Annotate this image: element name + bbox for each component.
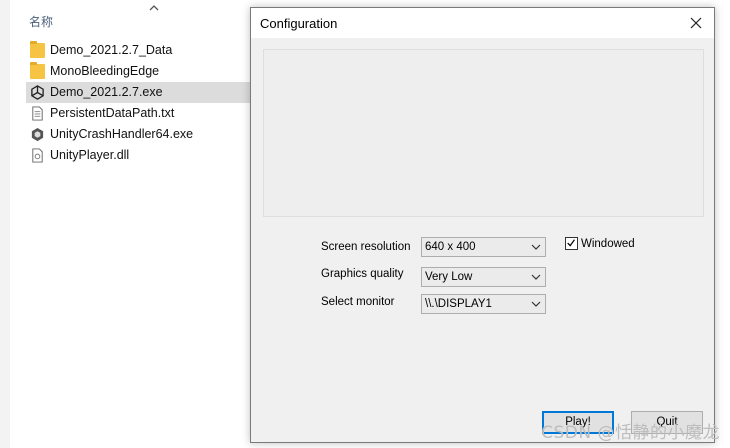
chevron-down-icon (531, 274, 541, 280)
checkmark-icon (567, 239, 575, 247)
chevron-down-icon (531, 301, 541, 307)
banner-image (263, 49, 704, 217)
file-name: Demo_2021.2.7.exe (50, 85, 163, 99)
sort-ascending-icon[interactable] (148, 2, 160, 14)
screen-resolution-label: Screen resolution (321, 241, 411, 253)
file-explorer-pane: 名称 Demo_2021.2.7_Data MonoBleedingEdge D… (0, 0, 250, 448)
file-name: MonoBleedingEdge (50, 64, 160, 78)
screen-resolution-value: 640 x 400 (425, 241, 476, 253)
graphics-quality-select[interactable]: Very Low (421, 267, 546, 287)
close-icon[interactable] (684, 12, 708, 34)
navigation-strip (0, 0, 10, 448)
file-name: UnityCrashHandler64.exe (50, 127, 194, 141)
unity-icon (31, 85, 44, 100)
select-monitor-label: Select monitor (321, 296, 395, 308)
file-name: UnityPlayer.dll (50, 148, 130, 162)
folder-icon (30, 62, 45, 79)
dialog-title: Configuration (260, 16, 338, 31)
configuration-dialog: Configuration Screen resolution 640 x 40… (250, 7, 715, 443)
select-monitor-value: \\.\DISPLAY1 (425, 298, 492, 310)
text-file-icon (32, 106, 43, 121)
crash-handler-icon (31, 127, 44, 142)
name-column-header[interactable]: 名称 (29, 13, 53, 30)
list-item[interactable]: UnityCrashHandler64.exe (26, 124, 250, 145)
file-name: PersistentDataPath.txt (50, 106, 175, 120)
windowed-checkbox[interactable] (565, 237, 578, 250)
file-name: Demo_2021.2.7_Data (50, 43, 173, 57)
list-item[interactable]: MonoBleedingEdge (26, 61, 250, 82)
file-list: Demo_2021.2.7_Data MonoBleedingEdge Demo… (26, 40, 250, 166)
list-item[interactable]: PersistentDataPath.txt (26, 103, 250, 124)
screen-resolution-select[interactable]: 640 x 400 (421, 237, 546, 257)
list-item[interactable]: Demo_2021.2.7.exe (26, 82, 250, 103)
graphics-quality-value: Very Low (425, 271, 473, 283)
windowed-label[interactable]: Windowed (581, 238, 635, 250)
dll-file-icon (32, 148, 43, 163)
folder-icon (30, 41, 45, 58)
select-monitor-select[interactable]: \\.\DISPLAY1 (421, 294, 546, 314)
watermark: CSDN @恬静的小魔龙 (541, 423, 720, 443)
chevron-down-icon (531, 244, 541, 250)
list-item[interactable]: Demo_2021.2.7_Data (26, 40, 250, 61)
graphics-quality-label: Graphics quality (321, 268, 404, 280)
list-item[interactable]: UnityPlayer.dll (26, 145, 250, 166)
dialog-titlebar[interactable]: Configuration (251, 8, 714, 38)
